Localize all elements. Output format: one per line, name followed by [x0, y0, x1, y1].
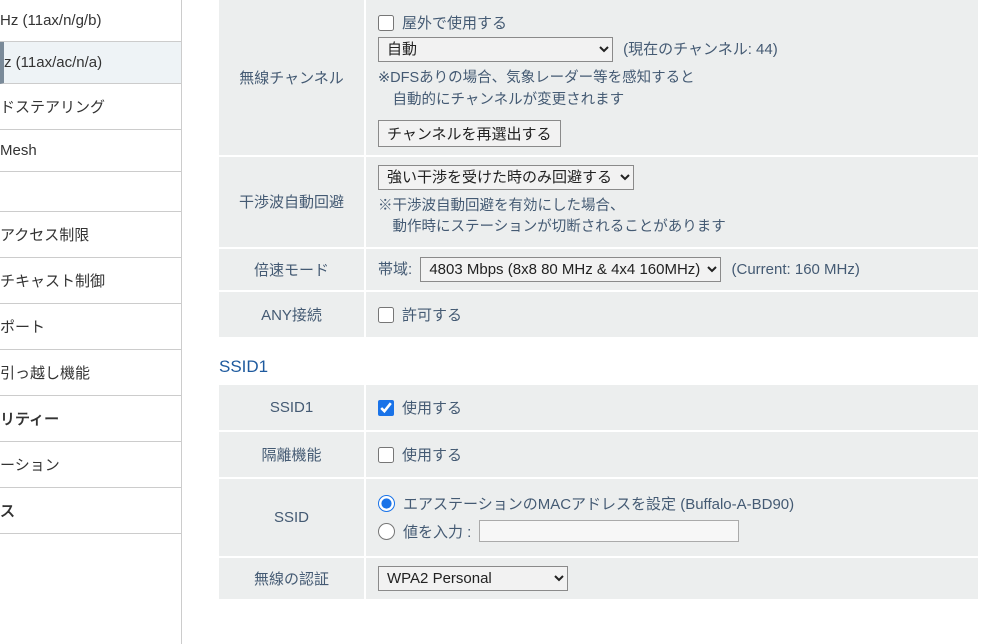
sidebar-item-moving[interactable]: 引っ越し機能	[0, 350, 181, 396]
sidebar: Hz (11ax/n/g/b) z (11ax/ac/n/a) ドステアリング …	[0, 0, 182, 644]
sidebar-item-blank[interactable]	[0, 172, 181, 212]
sidebar-item-band-steering[interactable]: ドステアリング	[0, 84, 181, 130]
isolation-checkbox[interactable]	[378, 447, 394, 463]
outdoor-use-label: 屋外で使用する	[402, 12, 507, 33]
sidebar-item-station[interactable]: ーション	[0, 442, 181, 488]
sidebar-item-status[interactable]: ス	[0, 488, 181, 534]
outdoor-use-checkbox[interactable]	[378, 15, 394, 31]
sidebar-item-security[interactable]: リティー	[0, 396, 181, 442]
dfs-note: ※DFSありの場合、気象レーダー等を感知すると 自動的にチャンネルが変更されます	[378, 68, 966, 112]
sidebar-item-multicast[interactable]: チキャスト制御	[0, 258, 181, 304]
current-channel-text: (現在のチャンネル: 44)	[623, 41, 778, 58]
wireless-auth-label: 無線の認証	[219, 558, 364, 599]
bandwidth-field-label: 帯域:	[378, 261, 412, 278]
current-bandwidth-text: (Current: 160 MHz)	[732, 261, 860, 278]
ssid1-section-title: SSID1	[219, 357, 980, 377]
sidebar-item-mesh[interactable]: Mesh	[0, 130, 181, 172]
sidebar-item-5ghz[interactable]: z (11ax/ac/n/a)	[0, 42, 181, 84]
isolation-checkbox-label: 使用する	[402, 444, 462, 465]
sidebar-item-access-restrict[interactable]: アクセス制限	[0, 212, 181, 258]
isolation-row-label: 隔離機能	[219, 432, 364, 477]
ssid1-row-label: SSID1	[219, 385, 364, 430]
ssid-mac-radio-label: エアステーションのMACアドレスを設定 (Buffalo-A-BD90)	[403, 493, 794, 514]
wireless-channel-label: 無線チャンネル	[219, 0, 364, 155]
interference-note: ※干渉波自動回避を有効にした場合、 動作時にステーションが切断されることがありま…	[378, 196, 966, 240]
speed-mode-label: 倍速モード	[219, 249, 364, 290]
ssid-settings-table: SSID1 使用する 隔離機能 使用する SSID	[217, 383, 980, 601]
interference-select[interactable]: 強い干渉を受けた時のみ回避する	[378, 165, 634, 190]
channel-select[interactable]: 自動	[378, 37, 613, 62]
ssid-value-input[interactable]	[479, 520, 739, 542]
speed-mode-select[interactable]: 4803 Mbps (8x8 80 MHz & 4x4 160MHz)	[420, 257, 721, 282]
any-connect-checkbox-label: 許可する	[402, 304, 462, 325]
interference-avoid-label: 干渉波自動回避	[219, 157, 364, 248]
wireless-auth-select[interactable]: WPA2 Personal	[378, 566, 568, 591]
ssid-input-radio-label: 値を入力 :	[403, 521, 471, 542]
any-connect-checkbox[interactable]	[378, 307, 394, 323]
sidebar-item-24ghz[interactable]: Hz (11ax/n/g/b)	[0, 0, 181, 42]
ssid-input-radio[interactable]	[378, 523, 395, 540]
reselect-channel-button[interactable]: チャンネルを再選出する	[378, 120, 561, 147]
basic-settings-table: 無線チャンネル 屋外で使用する 自動 (現在のチャンネル: 44) ※DFSあり…	[217, 0, 980, 339]
sidebar-item-port[interactable]: ポート	[0, 304, 181, 350]
ssid1-enable-label: 使用する	[402, 397, 462, 418]
ssid-row-label: SSID	[219, 479, 364, 556]
any-connect-label: ANY接続	[219, 292, 364, 337]
ssid-mac-radio[interactable]	[378, 495, 395, 512]
main-content: 無線チャンネル 屋外で使用する 自動 (現在のチャンネル: 44) ※DFSあり…	[182, 0, 1000, 644]
ssid1-enable-checkbox[interactable]	[378, 400, 394, 416]
